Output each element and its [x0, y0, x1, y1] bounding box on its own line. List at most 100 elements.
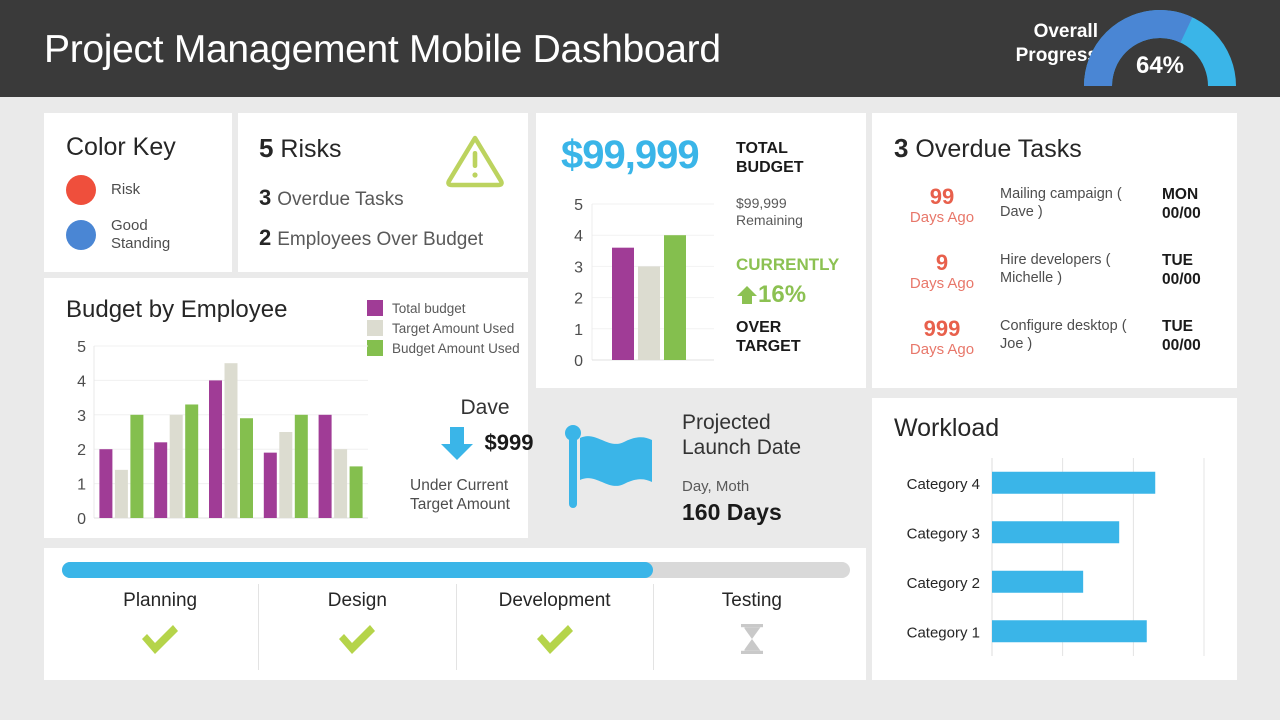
y-axis-tick-label: 0 — [77, 511, 86, 528]
color-key-label-risk: Risk — [111, 181, 141, 198]
good-standing-color-dot-icon — [66, 220, 96, 250]
y-axis-tick-label: 1 — [574, 322, 583, 339]
table-row[interactable]: 999 Days Ago Configure desktop ( Joe ) T… — [872, 317, 1237, 373]
bar — [334, 449, 348, 518]
risks-line-over-budget: 2 Employees Over Budget — [259, 225, 483, 251]
project-phases-card: Planning Design Development Testing — [44, 548, 866, 680]
phase-testing[interactable]: Testing — [652, 584, 850, 670]
risks-over-budget-count: 2 — [259, 225, 272, 250]
table-row[interactable]: 99 Days Ago Mailing campaign ( Dave ) MO… — [872, 185, 1237, 241]
legend-swatch-target-amount-used-icon — [367, 320, 383, 336]
overdue-tasks-card: 3 Overdue Tasks 99 Days Ago Mailing camp… — [872, 113, 1237, 388]
category-axis-label: Category 1 — [907, 624, 980, 641]
gauge-percent-value: 64% — [1135, 52, 1185, 79]
risks-over-budget-text: Employees Over Budget — [277, 229, 484, 250]
legend-item-target-amount-used: Target Amount Used — [367, 320, 520, 336]
overall-progress-bar[interactable] — [62, 562, 850, 578]
down-arrow-icon — [440, 427, 473, 460]
budget-by-employee-card: Budget by Employee Total budget Target A… — [44, 278, 533, 538]
table-row[interactable]: 9 Days Ago Hire developers ( Michelle ) … — [872, 251, 1237, 307]
phase-columns: Planning Design Development Testing — [62, 584, 850, 670]
y-axis-tick-label: 0 — [574, 353, 583, 370]
overdue-days-ago-label: Days Ago — [909, 209, 975, 226]
color-key-label-good-standing: Good Standing — [111, 217, 170, 253]
over-target-line1: OVER — [736, 319, 782, 336]
overdue-days-cell: 99 Days Ago — [892, 185, 992, 227]
warning-triangle-svg — [446, 135, 504, 188]
budget-by-employee-chart: 0 1 2 3 4 5 — [77, 340, 368, 528]
overdue-due-date: TUE 00/00 — [1162, 251, 1224, 289]
bar — [279, 432, 293, 518]
legend-label-total-budget: Total budget — [392, 300, 466, 316]
phase-development[interactable]: Development — [455, 584, 653, 670]
y-axis-tick-label: 3 — [77, 408, 86, 425]
color-key-card: Color Key Risk Good Standing — [44, 113, 232, 272]
total-budget-label-line2: BUDGET — [736, 159, 804, 176]
total-budget-pct-row: 16% — [736, 281, 806, 309]
y-axis-tick-label: 2 — [77, 442, 86, 459]
y-axis-tick-label: 4 — [574, 228, 583, 245]
y-axis-tick-label: 3 — [574, 259, 583, 276]
overdue-date: 00/00 — [1162, 205, 1201, 222]
overdue-date: 00/00 — [1162, 271, 1201, 288]
check-icon — [259, 622, 455, 656]
overdue-due-date: MON 00/00 — [1162, 185, 1224, 223]
legend-label-target-amount-used: Target Amount Used — [392, 320, 515, 336]
y-axis-tick-label: 4 — [77, 373, 86, 390]
total-budget-chart: 0 1 2 3 4 5 — [574, 198, 714, 370]
legend-item-budget-amount-used: Budget Amount Used — [367, 340, 520, 356]
overall-progress-label-line1: Overall — [1033, 21, 1098, 42]
category-axis-label: Category 3 — [907, 525, 980, 542]
overdue-weekday: MON — [1162, 186, 1199, 203]
good-standing-line1: Good — [111, 217, 148, 234]
bar — [99, 449, 113, 518]
risks-overdue-count: 3 — [259, 185, 272, 210]
overdue-task-description: Hire developers ( Michelle ) — [1000, 252, 1111, 286]
overdue-task-description: Mailing campaign ( Dave ) — [1000, 186, 1122, 220]
warning-triangle-icon — [444, 133, 506, 194]
bar — [992, 471, 1156, 494]
phase-planning[interactable]: Planning — [62, 584, 258, 670]
up-arrow-icon — [737, 286, 757, 304]
over-target-line2: TARGET — [736, 338, 801, 355]
risks-card: 5 Risks 3 Overdue Tasks 2 Employees Over B… — [238, 113, 528, 272]
risks-title-text: Risks — [280, 135, 342, 163]
bar — [349, 466, 363, 518]
good-standing-line2: Standing — [111, 235, 171, 252]
bar — [612, 247, 634, 360]
phase-design[interactable]: Design — [258, 584, 455, 670]
risk-color-dot-icon — [66, 175, 96, 205]
total-budget-pct: 16% — [758, 281, 807, 308]
bar — [318, 414, 332, 518]
category-axis-label: Category 4 — [907, 476, 980, 493]
y-axis-tick-label: 1 — [77, 477, 86, 494]
overdue-tasks-title-text: Overdue Tasks — [915, 135, 1082, 163]
overdue-days-count: 99 — [929, 184, 955, 209]
legend-swatch-total-budget-icon — [367, 300, 383, 316]
launch-title-line2: Launch Date — [682, 436, 802, 459]
workload-card: Workload Category 1 Category 2 Category 3C… — [872, 398, 1237, 680]
overdue-days-count: 9 — [935, 250, 949, 275]
bar — [154, 442, 168, 518]
risks-title: 5 Risks — [259, 133, 342, 164]
category-axis-label: Category 2 — [907, 575, 980, 592]
overall-progress-label-line2: Progress — [1015, 45, 1098, 66]
overdue-tasks-title: 3 Overdue Tasks — [894, 133, 1082, 164]
overdue-due-date: TUE 00/00 — [1162, 317, 1224, 355]
overall-progress-gauge: 64% — [1082, 8, 1238, 92]
overdue-days-count: 999 — [923, 316, 961, 341]
y-axis-tick-label: 5 — [77, 340, 86, 356]
total-budget-amount: $99,999 — [561, 133, 700, 177]
bar — [185, 404, 199, 518]
bar — [240, 418, 253, 518]
total-budget-label: TOTAL BUDGET — [736, 139, 804, 177]
bar — [169, 414, 183, 518]
overdue-weekday: TUE — [1162, 252, 1193, 269]
remaining-amount: $99,999 — [736, 195, 787, 211]
bar — [114, 469, 128, 518]
risks-count: 5 — [259, 133, 274, 163]
bar — [664, 235, 686, 360]
total-budget-label-line1: TOTAL — [736, 140, 788, 157]
total-budget-over-target: OVER TARGET — [736, 318, 801, 356]
overall-progress-bar-fill — [62, 562, 653, 578]
